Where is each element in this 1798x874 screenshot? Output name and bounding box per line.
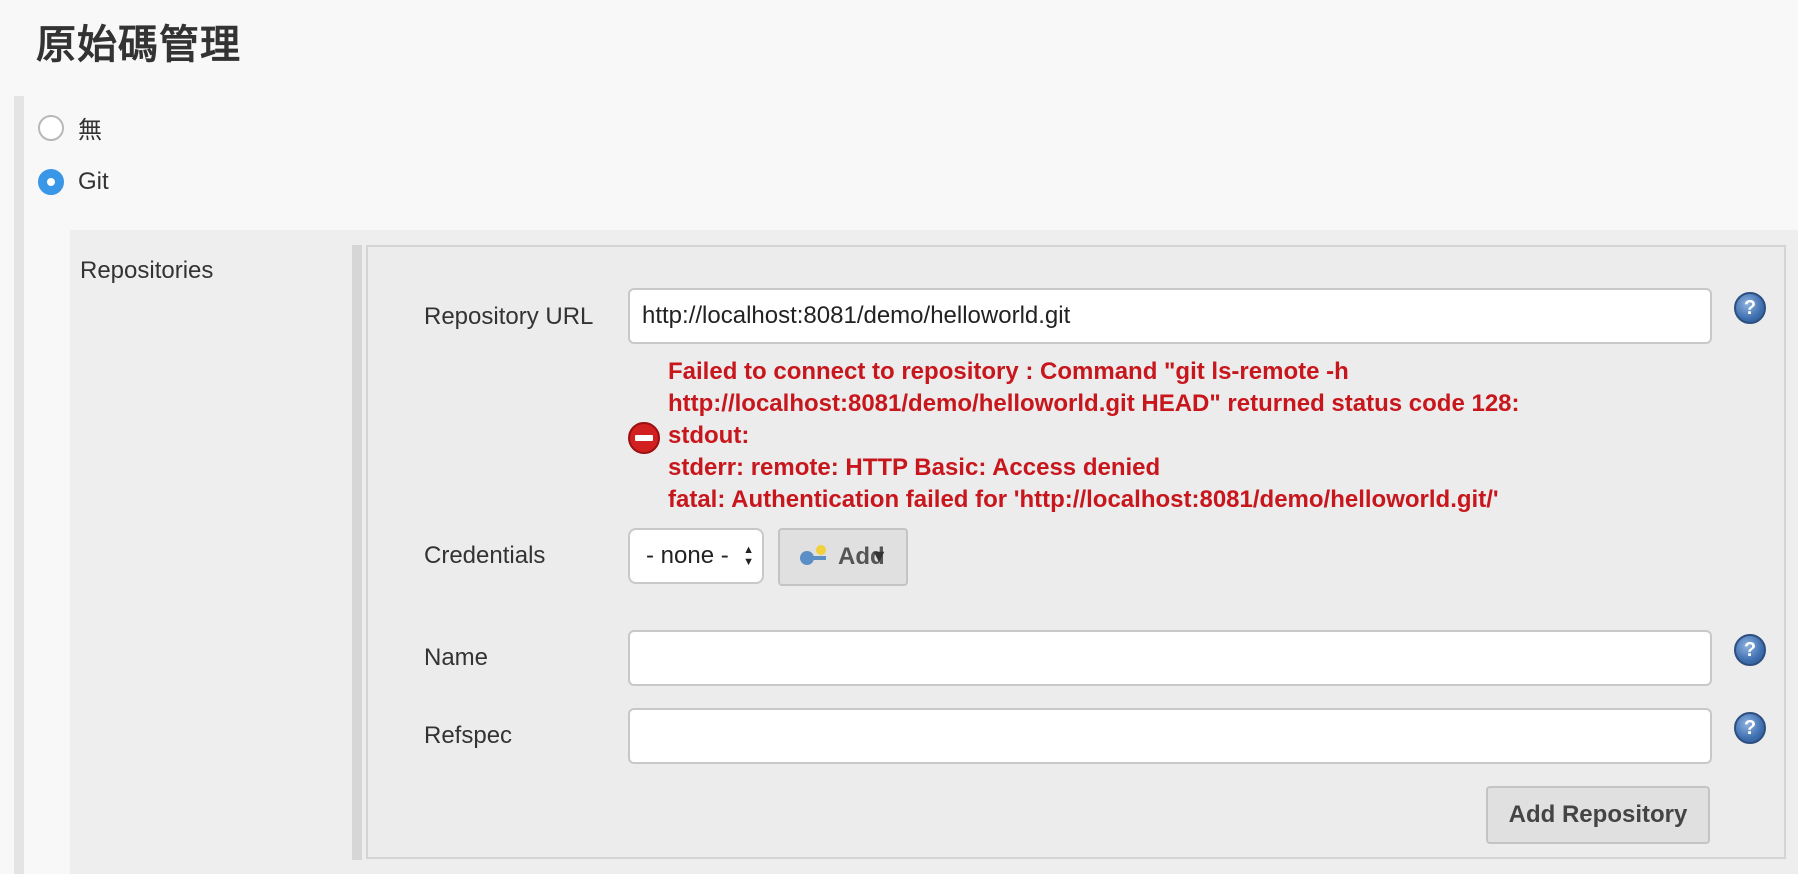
error-line: stderr: remote: HTTP Basic: Access denie… [668, 454, 1161, 481]
radio-none-label: 無 [78, 117, 102, 144]
repositories-label: Repositories [80, 257, 214, 284]
section-title: 原始碼管理 [36, 22, 241, 68]
credentials-label: Credentials [424, 542, 546, 569]
key-icon [800, 545, 828, 567]
name-input[interactable] [628, 630, 1712, 686]
refspec-input[interactable] [628, 708, 1712, 764]
add-credentials-button[interactable]: Add ▼ [778, 528, 908, 586]
repository-bar [352, 245, 362, 860]
scm-option-none[interactable]: 無 [38, 110, 102, 145]
refspec-label: Refspec [424, 722, 513, 749]
radio-git[interactable] [38, 169, 64, 195]
error-line: fatal: Authentication failed for 'http:/… [668, 486, 1499, 513]
radio-none[interactable] [38, 114, 64, 141]
name-help-icon[interactable]: ? [1734, 634, 1766, 666]
radio-git-label: Git [78, 168, 109, 195]
error-line: Failed to connect to repository : Comman… [668, 358, 1349, 385]
select-arrows-icon: ▲ ▼ [743, 544, 754, 568]
refspec-help-icon[interactable]: ? [1734, 712, 1766, 744]
repository-url-input[interactable] [628, 288, 1712, 344]
scm-option-git[interactable]: Git [38, 168, 109, 196]
connection-error-message: Failed to connect to repository : Comman… [668, 356, 1520, 516]
error-line: http://localhost:8081/demo/helloworld.gi… [668, 390, 1520, 417]
chevron-down-icon: ▼ [870, 546, 888, 566]
name-label: Name [424, 644, 489, 671]
repository-url-label: Repository URL [424, 303, 594, 330]
error-icon [628, 422, 660, 454]
section-left-bar [14, 96, 24, 874]
credentials-selected-value: - none - [646, 542, 729, 569]
error-line: stdout: [668, 422, 750, 449]
repository-url-help-icon[interactable]: ? [1734, 292, 1766, 324]
credentials-select[interactable]: - none - ▲ ▼ [628, 528, 764, 584]
add-repository-button[interactable]: Add Repository [1486, 786, 1710, 844]
